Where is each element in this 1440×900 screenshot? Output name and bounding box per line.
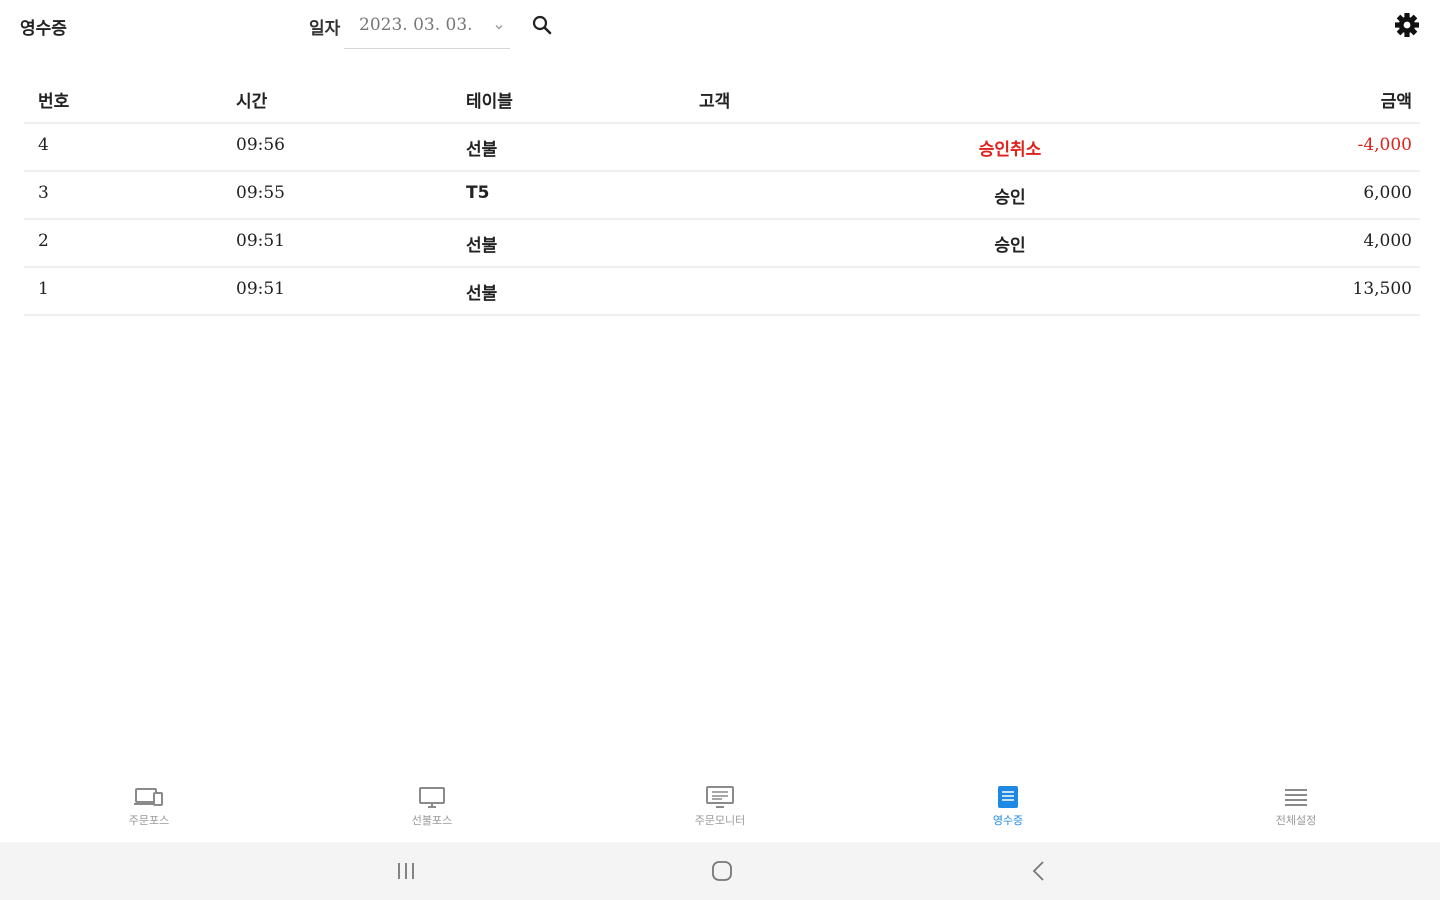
date-label: 일자 [309,19,341,39]
row-table: 선불 [466,236,498,256]
nav-label: 영수증 [992,814,1024,827]
row-table: 선불 [466,140,498,160]
gear-icon[interactable] [1394,12,1420,38]
nav-item-order-monitor[interactable]: 주문모니터 [650,784,790,828]
row-status: 승인 [994,236,1026,256]
row-amount: -4,000 [1357,135,1412,155]
monitor-icon [419,787,445,808]
column-header-table: 테이블 [466,92,513,112]
row-table: 선불 [466,284,498,304]
row-table: T5 [466,183,490,203]
row-amount: 4,000 [1363,231,1412,251]
bottom-navigation: 주문포스 선불포스 주문모니터 영수증 전체설정 [0,772,1440,842]
top-bar: 영수증 일자 2023. 03. 03. [0,0,1440,56]
row-time: 09:55 [236,183,285,203]
date-picker[interactable]: 2023. 03. 03. [344,8,510,49]
column-header-time: 시간 [236,92,268,112]
menu-list-icon [1285,789,1307,806]
row-number: 3 [38,183,49,203]
recent-apps-icon[interactable] [394,859,418,883]
column-header-amount: 금액 [1380,92,1412,112]
nav-label: 주문모니터 [694,814,746,827]
table-row[interactable]: 4 09:56 선불 승인취소 -4,000 [24,124,1420,172]
row-time: 09:51 [236,231,285,251]
row-status: 승인취소 [978,140,1042,160]
nav-item-all-settings[interactable]: 전체설정 [1226,784,1366,828]
column-header-number: 번호 [38,92,70,112]
table-header: 번호 시간 테이블 고객 금액 [24,76,1420,124]
order-monitor-icon [706,786,734,808]
back-icon[interactable] [1027,859,1051,883]
row-amount: 6,000 [1363,183,1412,203]
nav-item-order-pos[interactable]: 주문포스 [79,784,219,828]
row-number: 1 [38,279,49,299]
row-amount: 13,500 [1352,279,1412,299]
devices-icon [134,788,163,806]
column-header-customer: 고객 [699,92,731,112]
nav-item-receipt[interactable]: 영수증 [938,784,1078,828]
row-status: 승인 [994,188,1026,208]
table-row[interactable]: 3 09:55 T5 승인 6,000 [24,172,1420,220]
row-number: 2 [38,231,49,251]
nav-label: 전체설정 [1275,814,1317,827]
table-row[interactable]: 1 09:51 선불 13,500 [24,268,1420,316]
page-title: 영수증 [20,19,67,39]
receipt-icon [998,786,1018,808]
table-row[interactable]: 2 09:51 선불 승인 4,000 [24,220,1420,268]
row-number: 4 [38,135,49,155]
chevron-down-icon [495,25,503,30]
date-value: 2023. 03. 03. [359,15,473,35]
nav-label: 선불포스 [411,814,453,827]
row-time: 09:51 [236,279,285,299]
system-navigation-bar [0,842,1440,900]
nav-item-prepaid-pos[interactable]: 선불포스 [362,784,502,828]
row-time: 09:56 [236,135,285,155]
home-icon[interactable] [710,859,734,883]
nav-label: 주문포스 [128,814,170,827]
receipt-table: 번호 시간 테이블 고객 금액 4 09:56 선불 승인취소 -4,000 3… [24,76,1420,316]
search-icon[interactable] [530,13,554,37]
